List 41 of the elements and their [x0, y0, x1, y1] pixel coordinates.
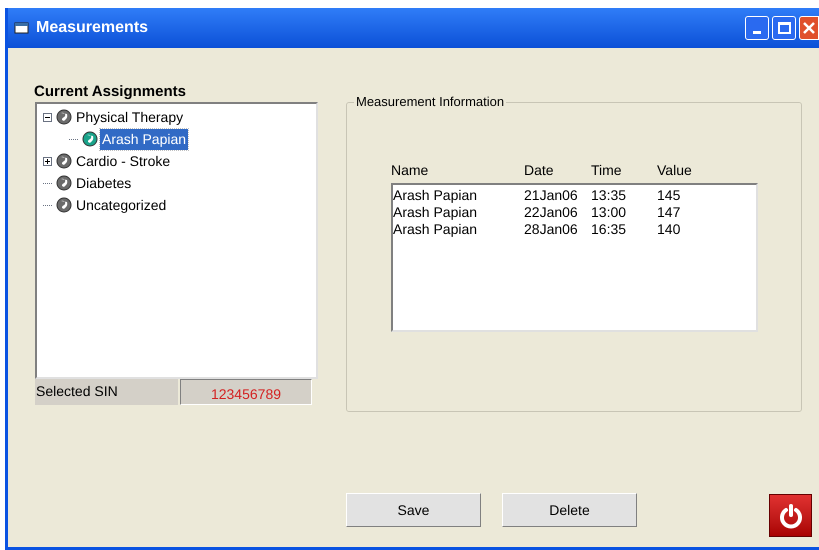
- maximize-button[interactable]: [772, 16, 796, 40]
- list-cell-text: 13:00: [591, 204, 628, 221]
- list-cell-text: Arash Papian: [393, 204, 478, 221]
- close-icon: [803, 22, 815, 34]
- power-button[interactable]: [769, 494, 812, 537]
- list-cell-text: 21Jan06: [524, 187, 579, 204]
- close-button[interactable]: [799, 16, 819, 40]
- sin-value: 123456789: [180, 379, 312, 405]
- section-title: Current Assignments: [34, 84, 187, 100]
- globe-icon: [56, 153, 72, 169]
- window-icon: [14, 21, 30, 35]
- list-cell-text: 16:35: [591, 221, 628, 238]
- tree-item[interactable]: Arash Papian: [100, 128, 188, 150]
- column-header: Name: [391, 161, 430, 180]
- list-cell-text: 140: [657, 221, 682, 238]
- tree-item[interactable]: Diabetes: [74, 172, 134, 194]
- list-cell-text: Arash Papian: [393, 187, 478, 204]
- list-cell-text: 147: [657, 204, 682, 221]
- globe-icon: [82, 131, 98, 147]
- list-cell-text: 22Jan06: [524, 204, 579, 221]
- list-cell-text: Arash Papian: [393, 221, 478, 238]
- power-icon: [778, 502, 804, 528]
- minimize-button[interactable]: [745, 16, 769, 40]
- list-cell-text: 145: [657, 187, 682, 204]
- column-header: Date: [524, 161, 555, 180]
- list-cell-text: 13:35: [591, 187, 628, 204]
- sin-label: Selected SIN: [35, 379, 178, 405]
- collapse-toggle[interactable]: [43, 112, 52, 122]
- list-cell-text: 28Jan06: [524, 221, 579, 238]
- save-button[interactable]: Save: [346, 493, 481, 527]
- globe-icon: [56, 197, 72, 213]
- delete-button[interactable]: Delete: [502, 493, 637, 527]
- tree-item[interactable]: Cardio - Stroke: [74, 150, 172, 172]
- globe-icon: [56, 175, 72, 191]
- column-header: Time: [591, 161, 623, 180]
- tree-item[interactable]: Uncategorized: [74, 194, 168, 216]
- globe-icon: [56, 109, 72, 125]
- window-title: Measurements: [36, 18, 148, 38]
- tree-item[interactable]: Physical Therapy: [74, 106, 186, 128]
- expand-toggle[interactable]: [43, 156, 52, 166]
- column-header: Value: [657, 161, 693, 180]
